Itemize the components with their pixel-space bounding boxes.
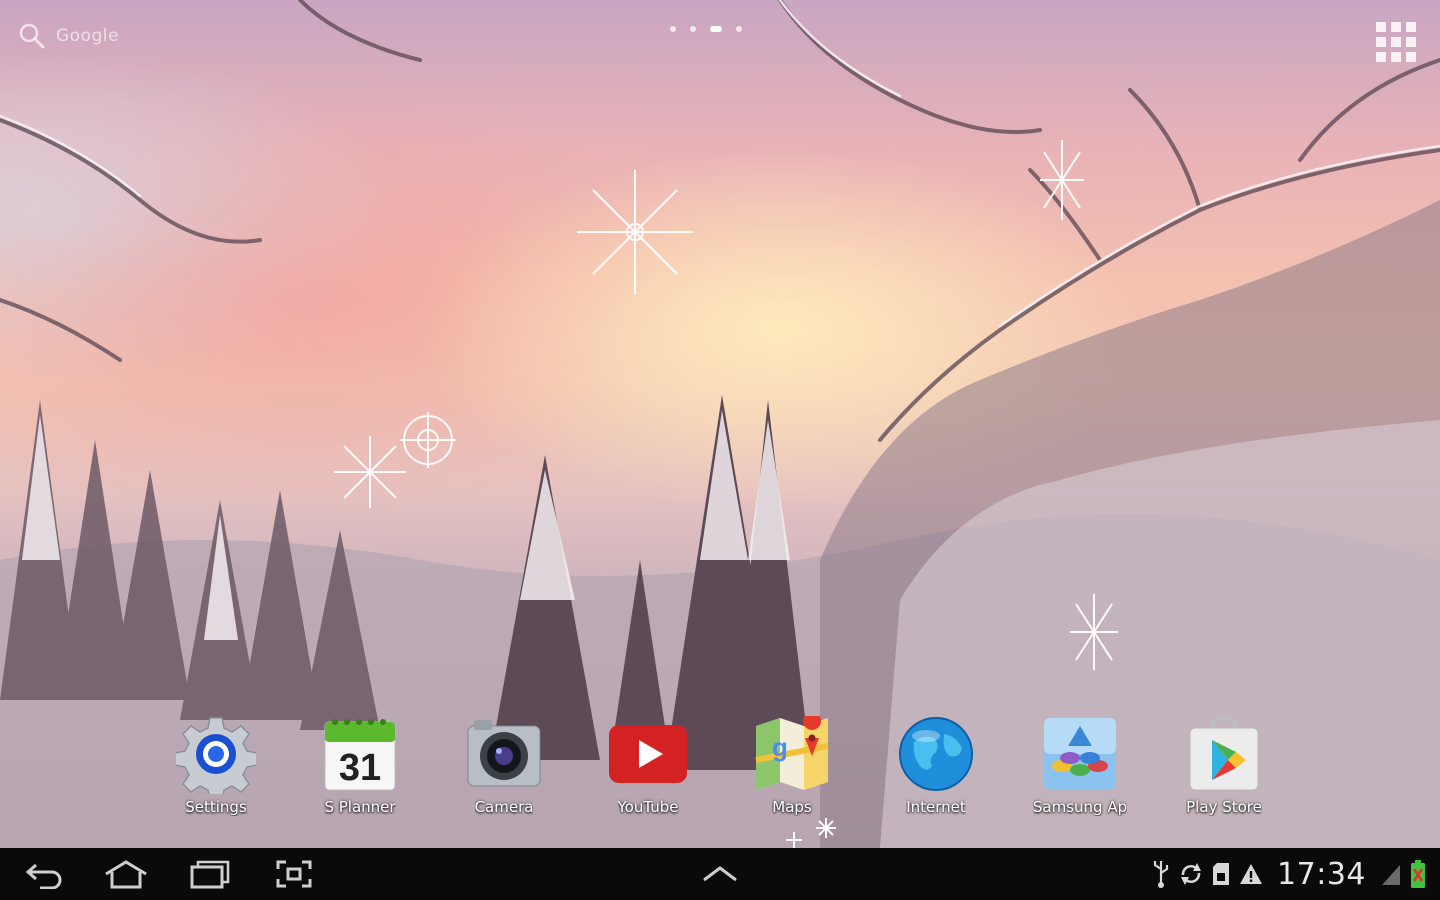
screenshot-icon [276, 860, 312, 888]
app-label: Settings [185, 798, 247, 816]
calendar-icon: 31 [324, 719, 396, 791]
page-dot-active [710, 26, 722, 32]
app-maps[interactable]: g Maps [732, 712, 852, 816]
app-play-store[interactable]: Play Store [1164, 712, 1284, 816]
battery-icon [1411, 860, 1425, 888]
home-icon [105, 860, 147, 889]
app-samsung-apps[interactable]: Samsung Ap [1020, 712, 1140, 816]
sd-card-icon [1213, 863, 1230, 885]
expand-up-button[interactable] [696, 858, 744, 890]
page-dot [690, 26, 696, 32]
calendar-date: 31 [339, 747, 381, 789]
app-label: Play Store [1186, 798, 1262, 816]
camera-icon [467, 720, 541, 787]
signal-icon [1382, 865, 1400, 885]
globe-icon [899, 717, 973, 791]
app-label: Maps [772, 798, 812, 816]
system-bar: 17:34 [0, 848, 1440, 900]
app-label: Samsung Ap [1032, 798, 1128, 816]
sync-icon [1181, 863, 1202, 885]
status-area[interactable]: 17:34 [1151, 854, 1426, 894]
page-dot [736, 26, 742, 32]
youtube-icon [609, 725, 687, 783]
page-indicator [670, 26, 742, 32]
app-dock: Settings 31 S Planner Camera YouTube g M… [0, 712, 1440, 832]
app-internet[interactable]: Internet [876, 712, 996, 816]
warning-icon [1240, 864, 1263, 884]
app-s-planner[interactable]: 31 S Planner [300, 712, 420, 816]
chevron-up-icon [703, 866, 737, 882]
maps-icon: g [755, 716, 829, 790]
home-button[interactable] [102, 858, 150, 890]
app-camera[interactable]: Camera [444, 712, 564, 816]
app-label: Camera [474, 798, 534, 816]
recent-apps-button[interactable] [186, 858, 234, 890]
play-store-icon [1189, 715, 1259, 791]
app-label: YouTube [617, 798, 679, 816]
recent-apps-icon [190, 860, 230, 889]
search-label: Google [56, 26, 119, 46]
app-label: Internet [906, 798, 966, 816]
screenshot-button[interactable] [270, 858, 318, 890]
usb-icon [1153, 861, 1169, 888]
google-search-bar[interactable]: Google [18, 22, 119, 50]
apps-grid-icon[interactable] [1374, 20, 1418, 64]
samsung-apps-icon [1044, 718, 1116, 790]
app-youtube[interactable]: YouTube [588, 712, 708, 816]
app-settings[interactable]: Settings [156, 712, 276, 816]
clock: 17:34 [1277, 856, 1366, 892]
back-icon [25, 863, 62, 889]
search-icon [19, 23, 45, 49]
settings-gear-icon [176, 717, 256, 794]
app-label: S Planner [324, 798, 396, 816]
page-dot [670, 26, 676, 32]
svg-text:g: g [772, 732, 788, 762]
back-button[interactable] [20, 858, 68, 890]
